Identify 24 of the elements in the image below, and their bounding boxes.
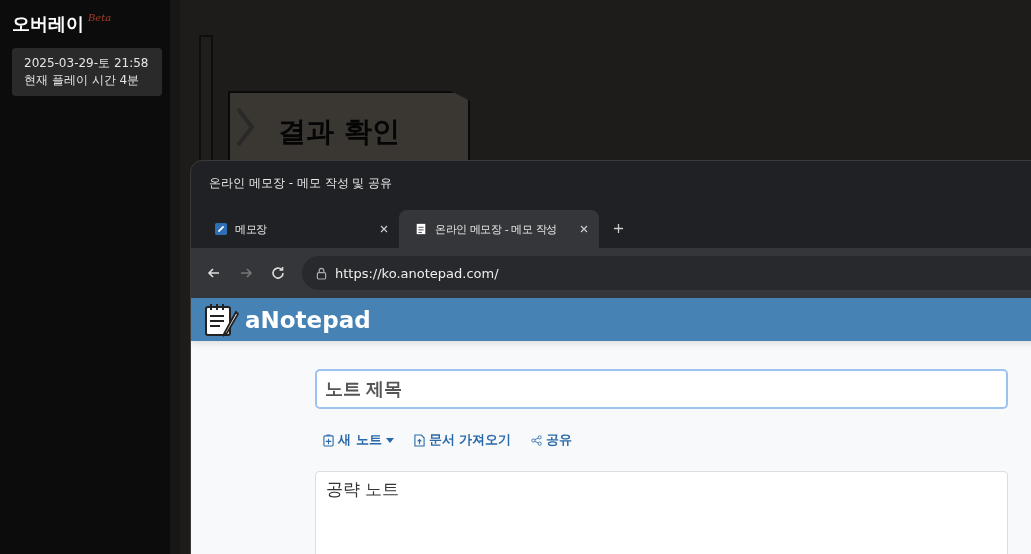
overlay-title: 오버레이 [12,12,84,36]
notepad-icon [415,223,427,235]
date-time: 2025-03-29-토 21:58 [24,55,150,72]
file-upload-icon [413,433,425,447]
play-time: 현재 플레이 시간 4분 [24,72,141,89]
note-title-field[interactable]: 노트 제목 [315,369,1008,409]
close-icon[interactable] [579,224,589,234]
close-icon[interactable] [379,224,389,234]
reload-icon[interactable] [270,265,286,281]
action-link[interactable]: 공유 [531,429,573,451]
new-tab-icon[interactable] [613,223,624,234]
note-text-area[interactable]: 공략 노트 [315,471,1008,554]
address-bar[interactable]: https://ko.anotepad.com/ [302,256,1031,290]
action-link[interactable]: 새 노트 [323,429,394,451]
browser-tab[interactable]: 메모장 [199,210,399,248]
beta-label: Beta [88,12,112,23]
lock-icon [316,266,327,280]
window-title: 온라인 메모장 - 메모 작성 및 공유 [209,175,393,192]
notepad-pencil-icon [203,301,239,338]
action-link[interactable]: 문서 가져오기 [413,429,512,451]
share-icon [531,433,543,447]
site-logo[interactable]: aNotepad [245,306,371,333]
clipboard-plus-icon [323,433,334,447]
browser-tab[interactable]: 온라인 메모장 - 메모 작성 [399,210,599,248]
